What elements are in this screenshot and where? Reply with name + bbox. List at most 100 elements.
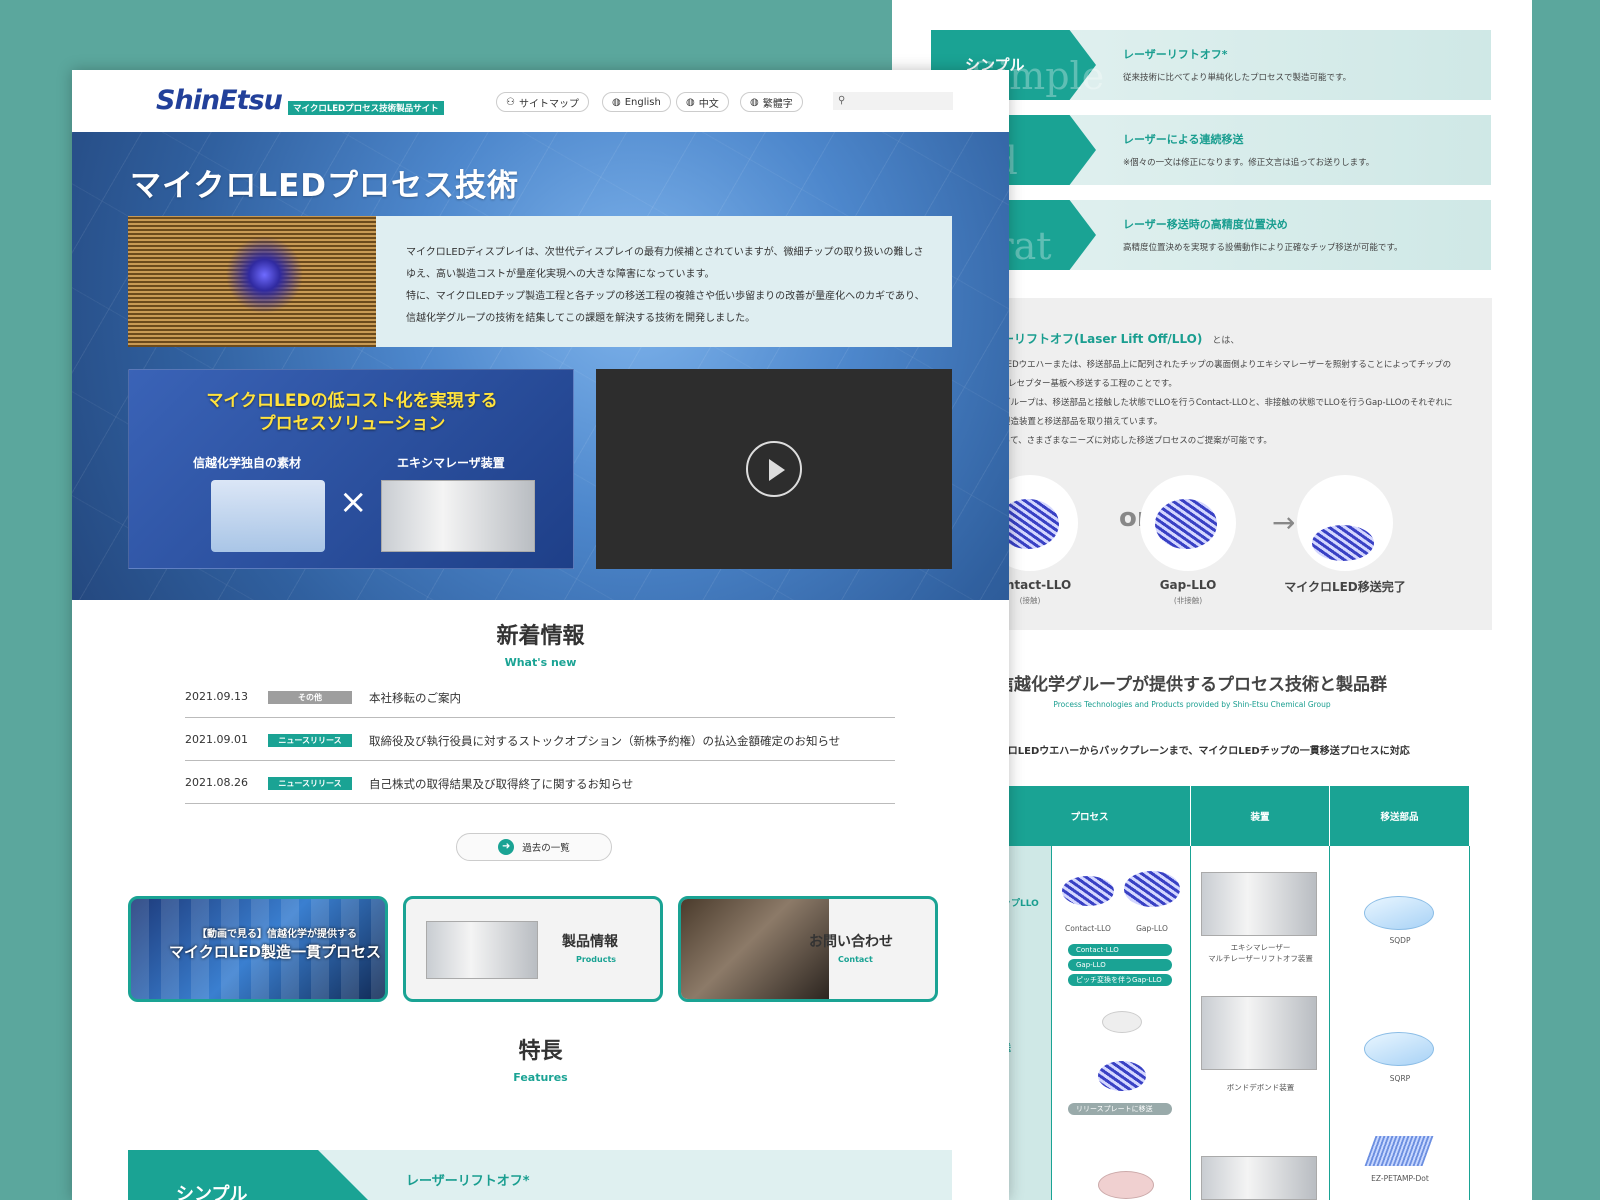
card-title: 製品情報 xyxy=(562,934,618,950)
petamp-dot-image xyxy=(1364,1136,1434,1166)
gap-llo-link[interactable]: Gap-LLO xyxy=(1068,959,1172,971)
news-item[interactable]: 2021.09.01 ニュースリリース 取締役及び執行役員に対するストックオプシ… xyxy=(185,719,895,761)
news-category-badge: その他 xyxy=(268,691,352,704)
llo-line: LEDウエハーまたは、移送部品上に配列されたチップの裏面側よりエキシマレーザーを… xyxy=(1002,360,1452,370)
site-tagline: マイクロLEDプロセス技術製品サイト xyxy=(288,101,444,115)
nav-label: 繁體字 xyxy=(762,98,793,110)
diagram-sublabel: (非接触) xyxy=(1173,596,1203,605)
sqdp-image xyxy=(1364,896,1434,930)
intro-text: マイクロLEDディスプレイは、次世代ディスプレイの最有力候補とされていますが、微… xyxy=(406,247,925,324)
play-icon[interactable] xyxy=(746,441,802,497)
contact-card[interactable]: お問い合わせ Contact xyxy=(678,896,938,1002)
promo-material-label: 信越化学独自の素材 xyxy=(193,456,302,470)
news-archive-button[interactable]: ➜ 過去の一覧 xyxy=(456,833,612,861)
promo-banner[interactable]: マイクロLEDの低コスト化を実現する プロセスソリューション 信越化学独自の素材… xyxy=(128,369,574,569)
diagram-label: マイクロLED移送完了 xyxy=(1284,580,1406,594)
card-title-main: マイクロLED製造一貫プロセス xyxy=(169,943,381,961)
news-date: 2021.09.01 xyxy=(185,733,248,746)
search-icon: ⚲ xyxy=(838,95,846,106)
site-header: ShinEtsu マイクロLEDプロセス技術製品サイト ⚇ サイトマップ ◍ Eng… xyxy=(72,70,1009,132)
card-subtitle: Contact xyxy=(838,955,873,964)
pitch-gap-llo-link[interactable]: ピッチ変換を伴うGap-LLO xyxy=(1068,974,1172,986)
thumb-label: Gap-LLO xyxy=(1136,924,1168,933)
intro-panel: マイクロLEDディスプレイは、次世代ディスプレイの最有力候補とされていますが、微… xyxy=(128,216,952,347)
shinetsu-logo[interactable]: ShinEtsu xyxy=(156,85,283,116)
nav-chinese[interactable]: ◍ 中文 xyxy=(676,92,729,112)
feature-banner-speed: ed レーザーによる連続移送 ※個々の一文は修正になります。修正文言は追ってお送… xyxy=(931,115,1491,185)
bond-debond-machine-image xyxy=(1201,996,1317,1070)
feature-title: レーザーリフトオフ* xyxy=(406,1174,530,1189)
laptop-photo xyxy=(681,899,829,999)
promo-equipment-label: エキシマレーザ装置 xyxy=(397,456,505,470)
video-player[interactable] xyxy=(596,369,952,569)
contact-llo-thumb xyxy=(1062,876,1114,906)
card-subtitle: Products xyxy=(576,955,617,964)
sitemap-icon: ⚇ xyxy=(506,96,515,108)
feature-title: レーザーによる連続移送 xyxy=(1123,133,1244,146)
excimer-laser-machine-image xyxy=(381,480,535,552)
material-products-image xyxy=(211,480,325,552)
feature-title: レーザー移送時の高精度位置決め xyxy=(1123,218,1288,231)
times-icon: × xyxy=(339,482,368,522)
nav-sitemap[interactable]: ⚇ サイトマップ xyxy=(496,92,589,112)
feature-banner-simple: シンプル レーザーリフトオフ* xyxy=(128,1150,952,1200)
part-label: SQRP xyxy=(1389,1074,1411,1083)
gap-llo-thumb xyxy=(1124,871,1180,907)
news-archive-label: 過去の一覧 xyxy=(522,843,570,854)
llo-line: って、さまざまなニーズに対応した移送プロセスのご提案が可能です。 xyxy=(1002,436,1272,446)
backplane-image xyxy=(1098,1171,1154,1199)
products-card[interactable]: 製品情報 Products xyxy=(403,896,663,1002)
news-category-badge: ニュースリリース xyxy=(268,777,352,790)
contact-llo-link[interactable]: Contact-LLO xyxy=(1068,944,1172,956)
products-machine-image xyxy=(426,921,538,979)
nav-label: 中文 xyxy=(698,98,719,110)
hero-section: マイクロLEDプロセス技術 マイクロLEDディスプレイは、次世代ディスプレイの最… xyxy=(72,132,1009,600)
thumb-label: Contact-LLO xyxy=(1065,924,1111,933)
laser-lift-off-machine-image xyxy=(1201,872,1317,936)
release-plate-link[interactable]: リリースプレートに移送 xyxy=(1068,1103,1172,1115)
nav-english[interactable]: ◍ English xyxy=(602,92,671,112)
news-category-badge: ニュースリリース xyxy=(268,734,352,747)
wafer-image xyxy=(1312,525,1374,561)
wafer-image xyxy=(1098,1061,1146,1091)
features-heading: 特長 xyxy=(518,1039,563,1064)
globe-icon: ◍ xyxy=(686,96,695,108)
wafer-image xyxy=(1155,499,1217,549)
news-date: 2021.09.13 xyxy=(185,690,248,703)
process-table: プロセス 装置 移送部品 チップLLO 移送 Gへ Contact-LLO Ga… xyxy=(988,786,1491,1200)
table-col-parts: SQDP SQRP EZ-PETAMP-Dot xyxy=(1330,846,1470,1200)
llo-description: LEDウエハーまたは、移送部品上に配列されたチップの裏面側よりエキシマレーザーを… xyxy=(1002,356,1452,451)
nav-label: English xyxy=(624,96,661,108)
feature-desc: 高精度位置決めを実現する設備動作により正確なチップ移送が可能です。 xyxy=(1123,243,1403,253)
news-date: 2021.08.26 xyxy=(185,776,248,789)
llo-title-suffix: とは、 xyxy=(1212,336,1240,346)
globe-icon: ◍ xyxy=(612,96,621,108)
nav-label: サイトマップ xyxy=(518,98,579,110)
features-subheading: Features xyxy=(513,1071,568,1084)
search-input[interactable] xyxy=(833,92,953,110)
release-plate-image xyxy=(1102,1011,1142,1033)
table-header-equipment: 装置 xyxy=(1191,786,1330,846)
card-title: お問い合わせ xyxy=(809,934,893,950)
news-heading: 新着情報 xyxy=(496,624,585,649)
globe-icon: ◍ xyxy=(750,96,759,108)
llo-title-text: ーリフトオフ(Laser Lift Off/LLO) xyxy=(1002,332,1203,346)
feature-desc: ※個々の一文は修正になります。修正文言は追ってお送りします。 xyxy=(1123,158,1375,168)
news-item[interactable]: 2021.08.26 ニュースリリース 自己株式の取得結果及び取得終了に関するお… xyxy=(185,762,895,804)
feature-banner-accuracy: urat レーザー移送時の高精度位置決め 高精度位置決めを実現する設備動作により… xyxy=(931,200,1491,270)
gap-llo-diagram xyxy=(1140,475,1236,571)
feature-title: レーザーリフトオフ* xyxy=(1123,48,1228,61)
news-item[interactable]: 2021.09.13 その他 本社移転のご案内 xyxy=(185,676,895,718)
hero-title: マイクロLEDプロセス技術 xyxy=(130,168,520,204)
arrow-right-icon: → xyxy=(1272,506,1296,539)
table-col-process: Contact-LLO Gap-LLO Contact-LLO Gap-LLO … xyxy=(1052,846,1191,1200)
news-title: 取締役及び執行役員に対するストックオプション（新株予約権）の払込金額確定のお知ら… xyxy=(369,734,841,748)
video-process-card[interactable]: 【動画で見る】信越化学が提供する マイクロLED製造一貫プロセス xyxy=(128,896,388,1002)
llo-title: ーリフトオフ(Laser Lift Off/LLO) とは、 xyxy=(1002,330,1239,347)
nav-traditional-chinese[interactable]: ◍ 繁體字 xyxy=(740,92,803,112)
arrow-right-icon: ➜ xyxy=(498,839,515,855)
front-page: ShinEtsu マイクロLEDプロセス技術製品サイト ⚇ サイトマップ ◍ Eng… xyxy=(72,70,1009,1200)
process-lead: イクロLEDウエハーからバックプレーンまで、マイクロLEDチップの一貫移送プロセ… xyxy=(988,746,1410,757)
transfer-complete-diagram xyxy=(1297,475,1393,571)
news-title: 自己株式の取得結果及び取得終了に関するお知らせ xyxy=(369,777,634,791)
